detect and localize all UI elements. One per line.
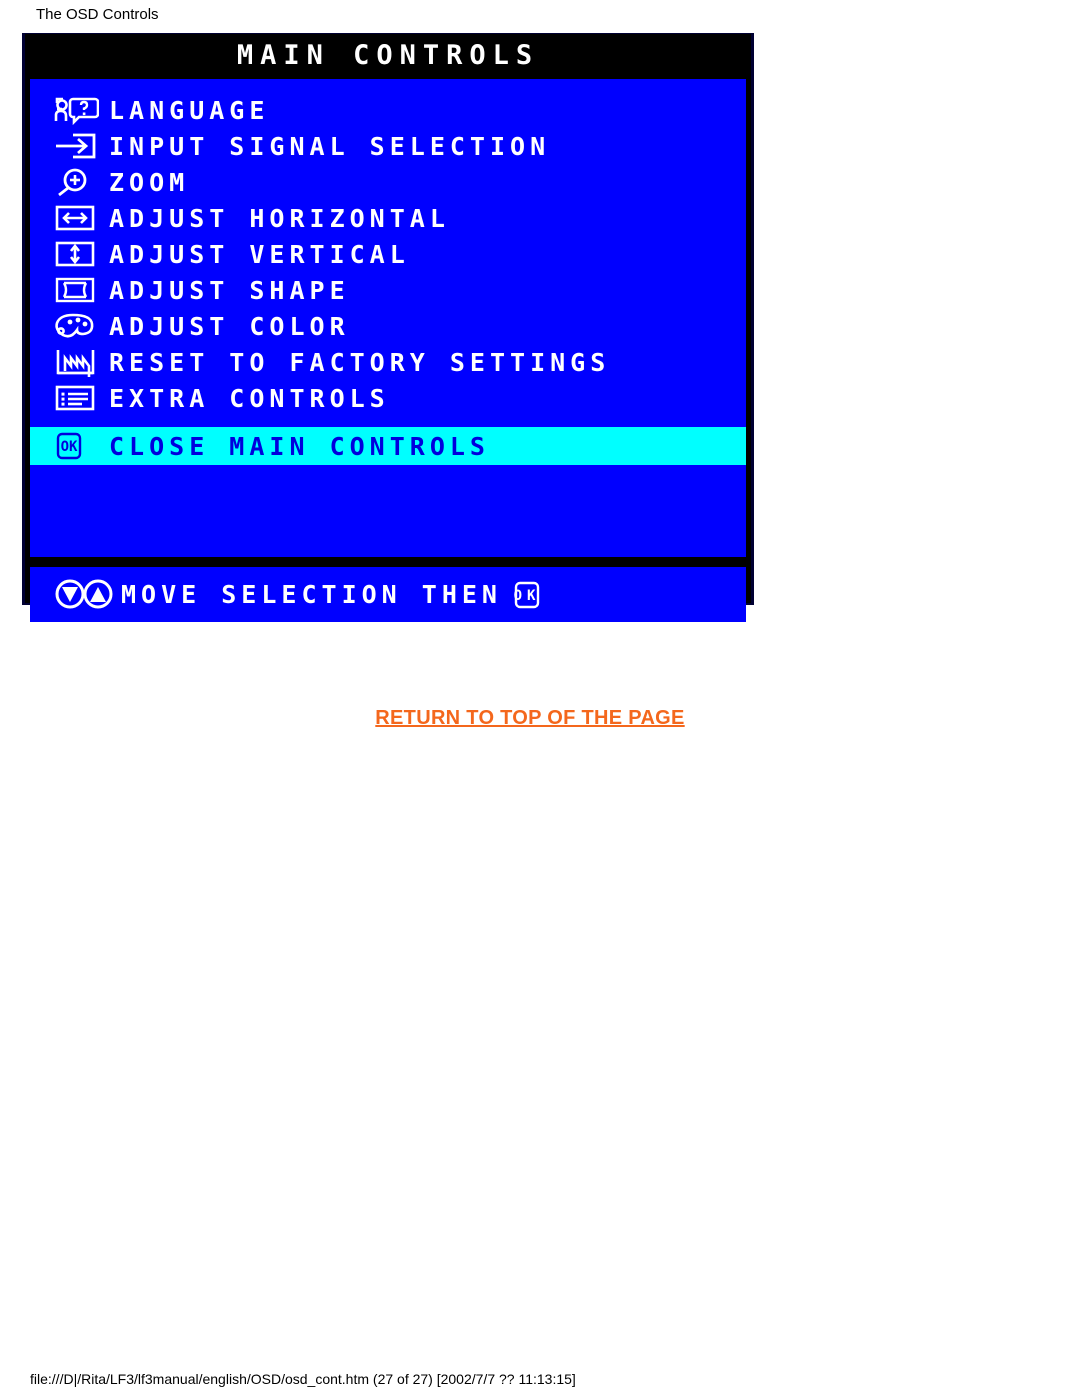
osd-item-close-main-controls[interactable]: OK CLOSE MAIN CONTROLS: [30, 427, 746, 465]
osd-item-label: ADJUST COLOR: [109, 311, 350, 341]
list-lines-icon: [53, 383, 109, 413]
osd-item-language[interactable]: LANGUAGE: [30, 92, 746, 128]
osd-title-bar: MAIN CONTROLS: [25, 34, 751, 76]
return-to-top-link[interactable]: RETURN TO TOP OF THE PAGE: [375, 707, 684, 729]
up-arrow-circle-icon: [83, 579, 113, 608]
color-palette-icon: [53, 311, 109, 341]
osd-item-adjust-horizontal[interactable]: ADJUST HORIZONTAL: [30, 200, 746, 236]
arrow-buttons-group: [53, 578, 121, 612]
osd-item-label: RESET TO FACTORY SETTINGS: [109, 347, 611, 377]
down-arrow-circle-icon: [55, 579, 85, 608]
osd-footer-label-group: MOVE SELECTION THEN OK: [121, 581, 544, 609]
osd-item-reset-to-factory-settings[interactable]: RESET TO FACTORY SETTINGS: [30, 344, 746, 380]
arrow-into-box-icon: [53, 131, 109, 161]
pincushion-shape-icon: [53, 275, 109, 305]
osd-item-extra-controls[interactable]: EXTRA CONTROLS: [30, 380, 746, 416]
svg-text:OK: OK: [514, 588, 541, 604]
horizontal-arrows-box-icon: [53, 203, 109, 233]
osd-item-zoom[interactable]: ZOOM: [30, 164, 746, 200]
osd-item-adjust-shape[interactable]: ADJUST SHAPE: [30, 272, 746, 308]
osd-item-label: LANGUAGE: [109, 95, 270, 125]
osd-item-input-signal-selection[interactable]: INPUT SIGNAL SELECTION: [30, 128, 746, 164]
osd-menu-body: LANGUAGE INPUT SIGNAL SELECTION ZOOM ADJ…: [30, 79, 746, 557]
file-path-footer: file:///D|/Rita/LF3/lf3manual/english/OS…: [30, 1371, 576, 1387]
osd-item-label: EXTRA CONTROLS: [109, 383, 390, 413]
osd-menu-list: LANGUAGE INPUT SIGNAL SELECTION ZOOM ADJ…: [30, 92, 746, 465]
person-question-icon: [53, 95, 109, 125]
osd-item-adjust-color[interactable]: ADJUST COLOR: [30, 308, 746, 344]
osd-title: MAIN CONTROLS: [236, 39, 540, 71]
page-title: The OSD Controls: [36, 6, 159, 23]
osd-item-label: ZOOM: [109, 167, 190, 197]
osd-footer-hint: MOVE SELECTION THEN OK: [30, 567, 746, 622]
osd-main-controls-panel: MAIN CONTROLS LANGUAGE INPUT SIGNAL SELE…: [22, 33, 754, 622]
osd-item-adjust-vertical[interactable]: ADJUST VERTICAL: [30, 236, 746, 272]
ok-button-icon: OK: [53, 431, 109, 461]
osd-item-label: CLOSE MAIN CONTROLS: [109, 431, 490, 461]
svg-text:OK: OK: [61, 439, 78, 455]
osd-footer-label: MOVE SELECTION THEN: [121, 580, 502, 609]
vertical-arrows-box-icon: [53, 239, 109, 269]
osd-item-label: ADJUST VERTICAL: [109, 239, 410, 269]
osd-item-label: ADJUST SHAPE: [109, 275, 350, 305]
ok-button-icon: OK: [512, 581, 544, 609]
osd-item-label: ADJUST HORIZONTAL: [109, 203, 450, 233]
return-link-container: RETURN TO TOP OF THE PAGE: [0, 707, 1060, 730]
factory-icon: [53, 347, 109, 377]
osd-item-label: INPUT SIGNAL SELECTION: [109, 131, 551, 161]
magnifier-plus-icon: [53, 167, 109, 197]
